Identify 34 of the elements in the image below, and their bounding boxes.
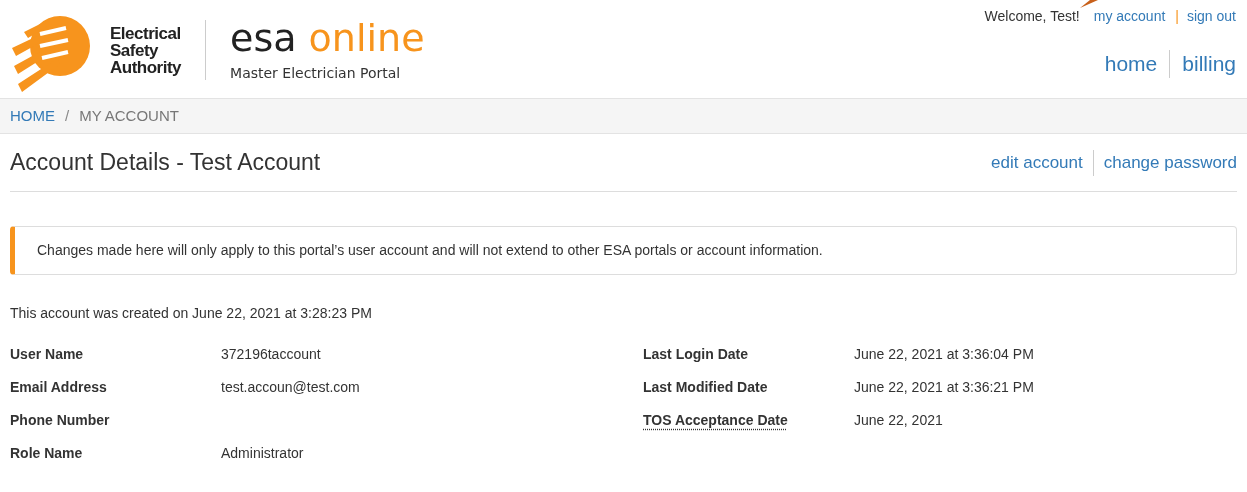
nav-link[interactable]: home <box>1092 50 1170 78</box>
portal-subtitle: Master Electrician Portal <box>230 63 402 83</box>
breadcrumb-current: MY ACCOUNT <box>79 105 179 126</box>
created-note: This account was created on June 22, 2021 at 3:28:23 PM <box>10 304 373 323</box>
page-title: Account Details - Test Account <box>10 148 321 178</box>
pointer-arrow-icon <box>1080 0 1098 8</box>
field-label: Phone Number <box>10 411 111 430</box>
field-label: Last Login Date <box>643 345 749 364</box>
field-value: 372196taccount <box>221 345 321 364</box>
field-value: Administrator <box>221 444 304 463</box>
field-label: Last Modified Date <box>643 378 769 397</box>
breadcrumb-link[interactable]: HOME <box>10 104 55 128</box>
field-value: June 22, 2021 at 3:36:04 PM <box>854 345 1034 364</box>
field-label: TOS Acceptance Date <box>643 411 789 430</box>
info-alert: Changes made here will only apply to this portal’s user account and will not extend to other ESA portals or account information. <box>10 226 1237 275</box>
welcome-text: Welcome, Test! <box>984 6 1080 26</box>
user-link[interactable]: sign out <box>1186 5 1236 27</box>
logo-text: Authority <box>110 58 182 76</box>
nav-link[interactable]: billing <box>1169 50 1236 78</box>
field-label: User Name <box>10 345 85 364</box>
action-link[interactable]: change password <box>1092 149 1237 176</box>
field-value: June 22, 2021 <box>854 411 943 430</box>
separator-text: | <box>1175 6 1179 26</box>
field-label: Email Address <box>10 378 108 397</box>
user-link[interactable]: my account <box>1093 5 1166 27</box>
brand-text: esa <box>230 15 297 60</box>
logo-text: Safety <box>110 41 160 59</box>
logo-text: Electrical <box>110 24 182 42</box>
brand-text: online <box>308 15 425 60</box>
field-value: June 22, 2021 at 3:36:21 PM <box>854 378 1034 397</box>
action-link[interactable]: edit account <box>981 149 1093 176</box>
breadcrumb-separator: / <box>65 105 70 126</box>
field-label: Role Name <box>10 444 84 463</box>
field-value: test.accoun@test.com <box>221 378 360 397</box>
